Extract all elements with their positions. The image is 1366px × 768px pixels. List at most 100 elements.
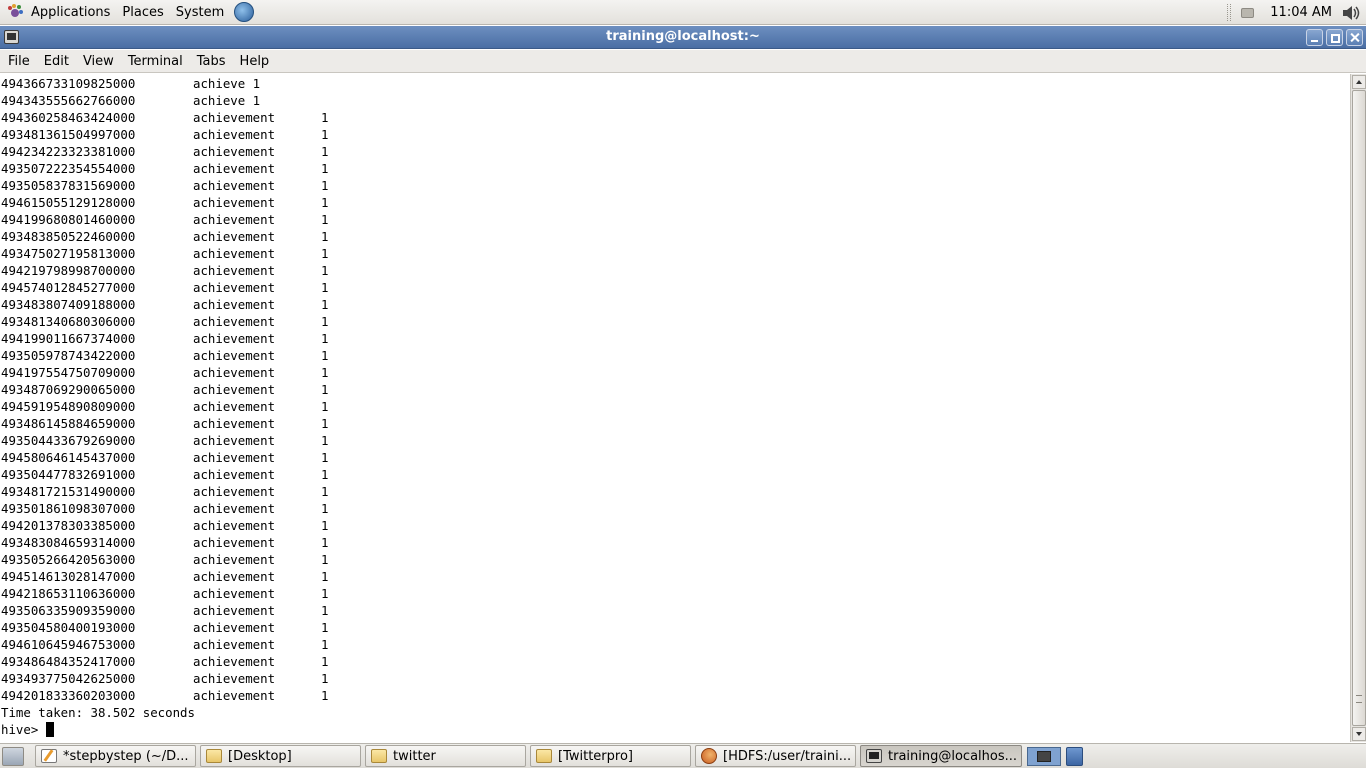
trash-icon[interactable] (1066, 747, 1083, 766)
row-id: 494199680801460000 (1, 212, 136, 227)
output-row: 494615055129128000 achievement 1 (1, 194, 1350, 211)
row-word: achievement (193, 365, 276, 380)
row-word: achievement (193, 586, 276, 601)
output-row: 494574012845277000 achievement 1 (1, 279, 1350, 296)
row-id: 493483807409188000 (1, 297, 136, 312)
prompt-line[interactable]: hive> (1, 721, 1350, 738)
row-id: 494360258463424000 (1, 110, 136, 125)
volume-icon[interactable] (1340, 3, 1362, 23)
row-count: 1 (321, 552, 329, 567)
menu-file[interactable]: File (1, 54, 37, 69)
row-word: achievement (193, 127, 276, 142)
output-row: 494580646145437000 achievement 1 (1, 449, 1350, 466)
output-row: 493483084659314000 achievement 1 (1, 534, 1350, 551)
menu-tabs[interactable]: Tabs (190, 54, 233, 69)
row-count: 1 (321, 263, 329, 278)
row-word: achievement (193, 671, 276, 686)
row-id: 494366733109825000 (1, 76, 136, 91)
text-cursor (45, 722, 54, 737)
row-count: 1 (321, 620, 329, 635)
output-row: 493501861098307000 achievement 1 (1, 500, 1350, 517)
task-stepbystep[interactable]: *stepbystep (~/D... (35, 745, 196, 767)
task-label: twitter (393, 748, 436, 764)
task-twitterpro[interactable]: [Twitterpro] (530, 745, 691, 767)
task-desktop[interactable]: [Desktop] (200, 745, 361, 767)
row-id: 494197554750709000 (1, 365, 136, 380)
row-word: achievement (193, 688, 276, 703)
row-word: achievement (193, 178, 276, 193)
system-menu[interactable]: System (170, 0, 230, 25)
terminal-scrollbar[interactable] (1350, 74, 1366, 742)
row-id: 494234223323381000 (1, 144, 136, 159)
menu-help[interactable]: Help (233, 54, 277, 69)
row-word: achievement (193, 518, 276, 533)
row-id: 494218653110636000 (1, 586, 136, 601)
output-row: 493505266420563000 achievement 1 (1, 551, 1350, 568)
gnome-foot-icon (6, 3, 24, 21)
row-id: 493505266420563000 (1, 552, 136, 567)
row-word: achievement (193, 399, 276, 414)
browser-launcher-icon[interactable] (234, 2, 255, 22)
row-id: 493501861098307000 (1, 501, 136, 516)
text-editor-icon (41, 749, 57, 763)
row-word: achieve 1 (193, 93, 261, 108)
row-count: 1 (321, 314, 329, 329)
top-panel: Applications Places System 11:04 AM (0, 0, 1366, 742)
row-word: achievement (193, 382, 276, 397)
output-row: 494234223323381000 achievement 1 (1, 143, 1350, 160)
minimize-button[interactable] (1306, 29, 1323, 46)
output-row: 494197554750709000 achievement 1 (1, 364, 1350, 381)
output-row: 493507222354554000 achievement 1 (1, 160, 1350, 177)
row-word: achievement (193, 637, 276, 652)
window-titlebar[interactable]: training@localhost:~ (0, 26, 1366, 49)
clock[interactable]: 11:04 AM (1270, 5, 1332, 20)
output-row: 494199011667374000 achievement 1 (1, 330, 1350, 347)
firefox-icon (701, 748, 717, 764)
row-word: achievement (193, 212, 276, 227)
row-count: 1 (321, 195, 329, 210)
row-id: 494201833360203000 (1, 688, 136, 703)
terminal-menubar: File Edit View Terminal Tabs Help (0, 50, 1366, 73)
task-twitter[interactable]: twitter (365, 745, 526, 767)
system-menu-label: System (175, 4, 225, 20)
task-terminal[interactable]: training@localhos... (860, 745, 1022, 767)
row-id: 494591954890809000 (1, 399, 136, 414)
hive-prompt: hive> (1, 722, 46, 737)
scroll-down-arrow-icon[interactable] (1352, 727, 1366, 741)
scroll-up-arrow-icon[interactable] (1352, 75, 1366, 89)
row-word: achievement (193, 348, 276, 363)
row-count: 1 (321, 501, 329, 516)
scrollbar-thumb[interactable] (1352, 90, 1366, 726)
panel-handle[interactable] (1227, 4, 1232, 21)
close-button[interactable] (1346, 29, 1363, 46)
row-word: achievement (193, 110, 276, 125)
row-word: achievement (193, 569, 276, 584)
maximize-button[interactable] (1326, 29, 1343, 46)
row-id: 494610645946753000 (1, 637, 136, 652)
row-word: achievement (193, 229, 276, 244)
applications-menu[interactable]: Applications (0, 0, 116, 25)
row-count: 1 (321, 280, 329, 295)
row-id: 494201378303385000 (1, 518, 136, 533)
workspace-window-thumb (1037, 751, 1051, 762)
terminal-output[interactable]: 494366733109825000 achieve 1 4943435556627… (0, 74, 1350, 742)
show-desktop-icon[interactable] (2, 747, 24, 766)
row-id: 493505837831569000 (1, 178, 136, 193)
folder-icon (206, 749, 222, 763)
row-id: 494574012845277000 (1, 280, 136, 295)
workspace-switcher[interactable] (1027, 747, 1061, 766)
row-id: 494343555662766000 (1, 93, 136, 108)
places-menu[interactable]: Places (116, 0, 169, 25)
panel-tray: 11:04 AM (1227, 0, 1366, 25)
window-title: training@localhost:~ (606, 29, 760, 44)
row-count: 1 (321, 603, 329, 618)
menu-edit[interactable]: Edit (37, 54, 76, 69)
task-hdfs-browser[interactable]: [HDFS:/user/traini... (695, 745, 856, 767)
network-icon[interactable] (1241, 7, 1255, 18)
output-row: 494591954890809000 achievement 1 (1, 398, 1350, 415)
row-word: achievement (193, 416, 276, 431)
output-row: 494610645946753000 achievement 1 (1, 636, 1350, 653)
menu-view[interactable]: View (76, 54, 121, 69)
menu-terminal[interactable]: Terminal (121, 54, 190, 69)
row-count: 1 (321, 671, 329, 686)
